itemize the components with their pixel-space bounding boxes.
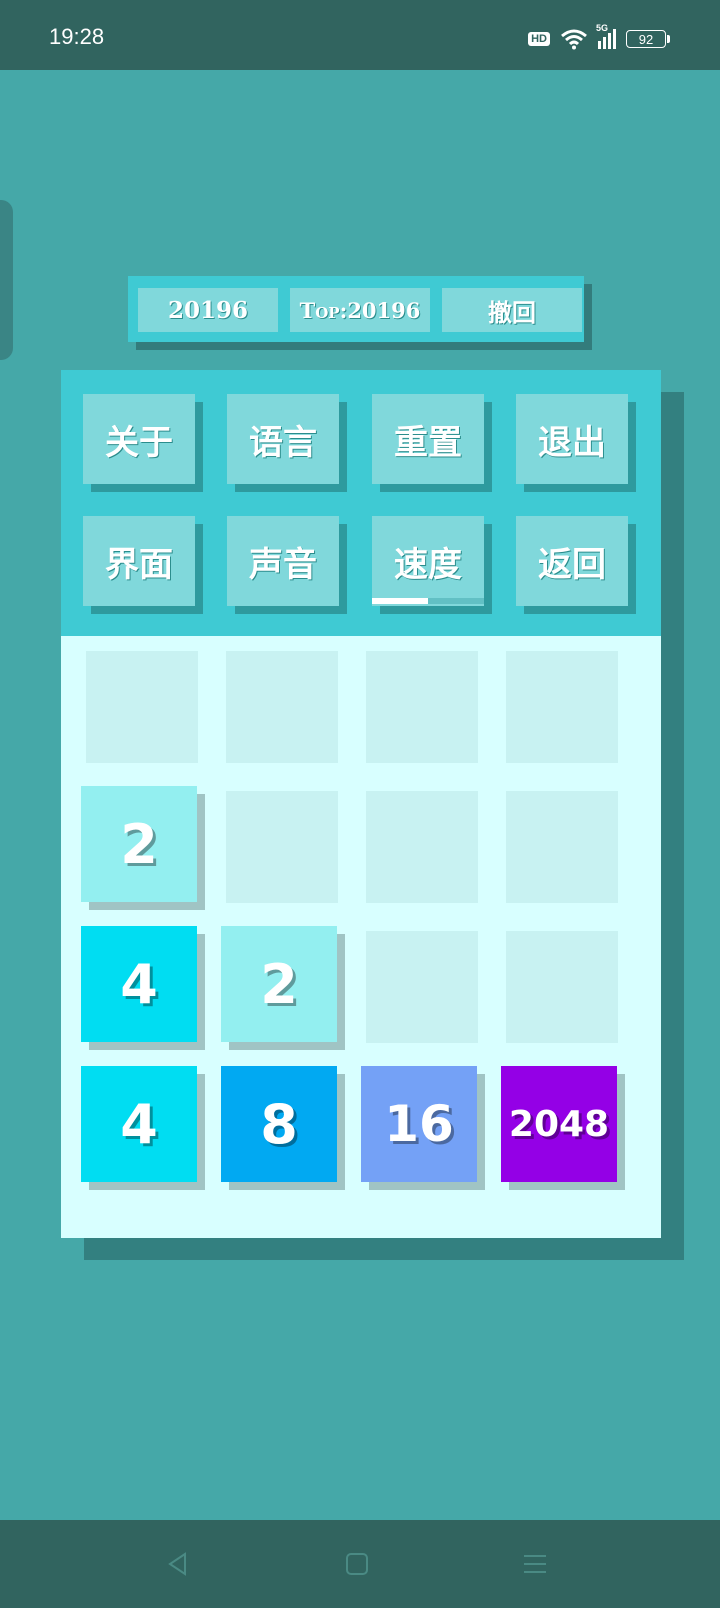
- empty-cell: [86, 651, 198, 763]
- status-time: 19:28: [49, 24, 105, 49]
- undo-button[interactable]: 撤回: [442, 288, 582, 332]
- speed-slider-fill: [372, 598, 428, 604]
- empty-cell: [366, 931, 478, 1043]
- tile-16: 16: [361, 1066, 477, 1182]
- status-icons: HD 5G 92: [528, 23, 670, 50]
- battery-level: 92: [626, 30, 666, 48]
- about-button[interactable]: 关于: [83, 394, 195, 484]
- tile-4: 4: [81, 1066, 197, 1182]
- home-square-icon: [346, 1553, 368, 1575]
- empty-cell: [506, 931, 618, 1043]
- hd-icon: HD: [528, 32, 550, 46]
- sound-button[interactable]: 声音: [227, 516, 339, 606]
- signal-icon: 5G: [596, 23, 616, 49]
- tile-8: 8: [221, 1066, 337, 1182]
- empty-cell: [366, 651, 478, 763]
- reset-button[interactable]: 重置: [372, 394, 484, 484]
- battery-icon: 92: [626, 30, 670, 48]
- theme-button[interactable]: 界面: [83, 516, 195, 606]
- game-board[interactable]: 2 4 2 4 8 16 2048: [61, 636, 661, 1238]
- speed-button[interactable]: 速度: [372, 516, 484, 606]
- best-score-display: Top:20196: [290, 288, 430, 332]
- empty-cell: [506, 651, 618, 763]
- status-bar: 19:28 HD 5G 92: [0, 0, 720, 70]
- speed-slider[interactable]: [372, 598, 484, 604]
- edge-panel-handle[interactable]: [0, 200, 13, 360]
- empty-cell: [506, 791, 618, 903]
- score-bar: 20196 Top:20196 撤回: [128, 276, 584, 342]
- wifi-icon: [561, 29, 587, 50]
- tile-4: 4: [81, 926, 197, 1042]
- empty-cell: [226, 651, 338, 763]
- quit-button[interactable]: 退出: [516, 394, 628, 484]
- nav-home-button[interactable]: [335, 1542, 379, 1586]
- nav-back-button[interactable]: [156, 1542, 200, 1586]
- language-button[interactable]: 语言: [227, 394, 339, 484]
- score-display: 20196: [138, 288, 278, 332]
- tile-2: 2: [221, 926, 337, 1042]
- back-button[interactable]: 返回: [516, 516, 628, 606]
- back-triangle-icon: [168, 1552, 186, 1576]
- tile-2: 2: [81, 786, 197, 902]
- nav-menu-button[interactable]: [513, 1542, 557, 1586]
- navigation-bar: [0, 1520, 720, 1608]
- network-type: 5G: [596, 23, 609, 33]
- empty-cell: [366, 791, 478, 903]
- tile-2048: 2048: [501, 1066, 617, 1182]
- menu-lines-icon: [524, 1555, 546, 1573]
- empty-cell: [226, 791, 338, 903]
